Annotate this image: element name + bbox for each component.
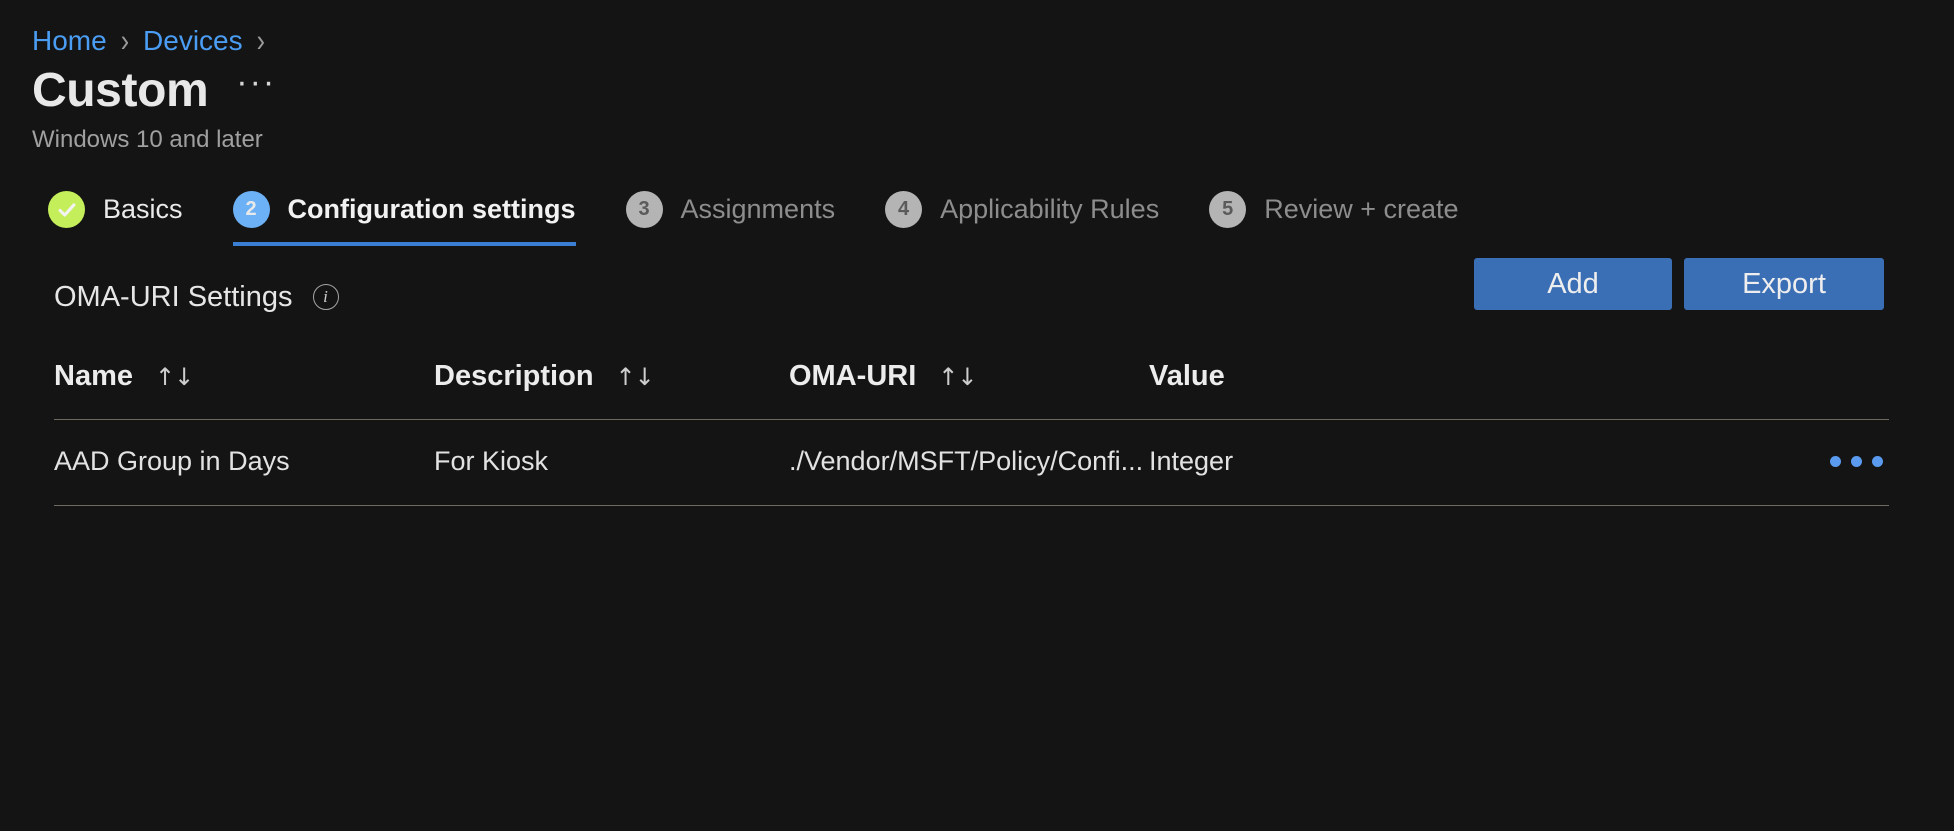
tab-label-assignments: Assignments: [681, 194, 836, 225]
column-header-actions: [1649, 360, 1889, 420]
cell-value: Integer: [1149, 420, 1649, 506]
step-number-badge: 3: [626, 191, 663, 228]
export-button[interactable]: Export: [1684, 258, 1884, 310]
column-header-value: Value: [1149, 360, 1649, 420]
title-row: Custom ···: [0, 52, 1954, 116]
custom-profile-page: Home › Devices › Custom ··· Windows 10 a…: [0, 0, 1954, 831]
row-actions-ellipsis-icon[interactable]: [1649, 456, 1889, 467]
oma-uri-settings-table-wrap: Name ↑↓ Description ↑↓ OMA-URI ↑↓: [0, 326, 1954, 506]
dot: [1872, 456, 1883, 467]
column-label-name: Name: [54, 360, 133, 393]
sort-icon-description[interactable]: ↑↓: [616, 365, 654, 389]
cell-actions: [1649, 420, 1889, 506]
column-header-oma-uri: OMA-URI ↑↓: [789, 360, 1149, 420]
breadcrumb-separator-icon: ›: [121, 25, 129, 56]
tab-label-review-create: Review + create: [1264, 194, 1458, 225]
oma-uri-settings-table: Name ↑↓ Description ↑↓ OMA-URI ↑↓: [54, 360, 1889, 506]
column-label-value: Value: [1149, 360, 1225, 393]
section-title: OMA-URI Settings: [54, 281, 293, 314]
wizard-tabs: Basics 2 Configuration settings 3 Assign…: [0, 154, 1954, 246]
table-body: AAD Group in Days For Kiosk ./Vendor/MSF…: [54, 420, 1889, 506]
oma-uri-settings-header: OMA-URI Settings i Add Export: [0, 246, 1954, 326]
table-header-row: Name ↑↓ Description ↑↓ OMA-URI ↑↓: [54, 360, 1889, 420]
page-subtitle: Windows 10 and later: [0, 116, 1954, 154]
tab-review-create[interactable]: 5 Review + create: [1209, 191, 1458, 246]
page-title: Custom: [32, 66, 208, 116]
column-header-name: Name ↑↓: [54, 360, 434, 420]
tab-applicability-rules[interactable]: 4 Applicability Rules: [885, 191, 1159, 246]
column-label-oma-uri: OMA-URI: [789, 360, 916, 393]
breadcrumb-item-home[interactable]: Home: [32, 27, 107, 55]
breadcrumb: Home › Devices ›: [0, 0, 1954, 52]
table-row[interactable]: AAD Group in Days For Kiosk ./Vendor/MSF…: [54, 420, 1889, 506]
tab-assignments[interactable]: 3 Assignments: [626, 191, 836, 246]
table-header: Name ↑↓ Description ↑↓ OMA-URI ↑↓: [54, 360, 1889, 420]
step-number-badge: 4: [885, 191, 922, 228]
dot: [1830, 456, 1841, 467]
cell-name: AAD Group in Days: [54, 420, 434, 506]
sort-icon-name[interactable]: ↑↓: [155, 365, 193, 389]
cell-oma-uri: ./Vendor/MSFT/Policy/Confi...: [789, 420, 1149, 506]
column-label-description: Description: [434, 360, 594, 393]
tab-label-applicability-rules: Applicability Rules: [940, 194, 1159, 225]
column-header-description: Description ↑↓: [434, 360, 789, 420]
step-number-badge: 5: [1209, 191, 1246, 228]
tab-label-basics: Basics: [103, 194, 183, 225]
more-options-icon[interactable]: ···: [236, 76, 276, 106]
breadcrumb-separator-icon: ›: [257, 25, 265, 56]
info-icon[interactable]: i: [313, 284, 339, 310]
action-buttons: Add Export: [1474, 258, 1884, 310]
dot: [1851, 456, 1862, 467]
tab-label-configuration-settings: Configuration settings: [288, 194, 576, 225]
step-number-badge: 2: [233, 191, 270, 228]
sort-icon-oma-uri[interactable]: ↑↓: [938, 365, 976, 389]
add-button[interactable]: Add: [1474, 258, 1672, 310]
tab-configuration-settings[interactable]: 2 Configuration settings: [233, 191, 576, 246]
check-circle-icon: [48, 191, 85, 228]
cell-description: For Kiosk: [434, 420, 789, 506]
tab-basics[interactable]: Basics: [48, 191, 183, 246]
breadcrumb-item-devices[interactable]: Devices: [143, 27, 243, 55]
